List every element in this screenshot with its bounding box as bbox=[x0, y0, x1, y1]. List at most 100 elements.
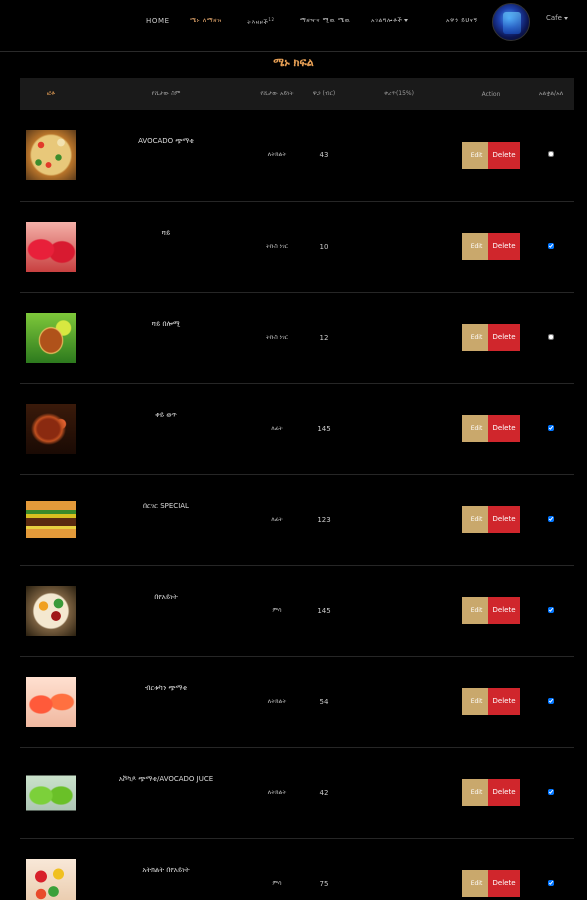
photo-cell bbox=[20, 110, 82, 201]
item-type: ትኩስ ነገር bbox=[265, 242, 289, 250]
availability-cell bbox=[528, 383, 574, 474]
item-name: ቀይ ወጥ bbox=[155, 410, 177, 419]
table-row: አትክልት በየአይነት ምሳ 75 Edit Delete bbox=[20, 838, 574, 900]
availability-checkbox[interactable] bbox=[548, 606, 554, 613]
action-cell: Edit Delete bbox=[454, 656, 528, 747]
item-tax bbox=[344, 838, 454, 900]
action-cell: Edit Delete bbox=[454, 201, 528, 292]
delete-button[interactable]: Delete bbox=[488, 233, 520, 260]
nav-menu-order[interactable]: ሜኑ ለማዘዝ bbox=[190, 17, 222, 25]
item-price: 54 bbox=[319, 697, 329, 706]
action-cell: Edit Delete bbox=[454, 383, 528, 474]
delete-button[interactable]: Delete bbox=[488, 324, 520, 351]
photo-cell bbox=[20, 747, 82, 838]
item-price: 10 bbox=[319, 242, 329, 251]
item-tax bbox=[344, 474, 454, 565]
delete-button[interactable]: Delete bbox=[488, 597, 520, 624]
edit-button[interactable]: Edit bbox=[462, 324, 491, 351]
chevron-down-icon bbox=[404, 19, 409, 22]
item-type: ለትክልት bbox=[267, 788, 287, 796]
item-tax bbox=[344, 201, 454, 292]
table-row: አቮካዶ ጭማቂ/AVOCADO JUCE ለትክልት 42 Edit Delet… bbox=[20, 747, 574, 838]
item-tax bbox=[344, 383, 454, 474]
availability-checkbox[interactable] bbox=[548, 151, 554, 158]
edit-button[interactable]: Edit bbox=[462, 597, 491, 624]
availability-checkbox[interactable] bbox=[548, 333, 554, 340]
photo-cell bbox=[20, 474, 82, 565]
item-type: ለትክልት bbox=[267, 697, 287, 705]
item-price: 43 bbox=[319, 151, 329, 160]
availability-cell bbox=[528, 110, 574, 201]
item-price: 12 bbox=[319, 333, 329, 342]
cafe-dropdown[interactable]: Cafe bbox=[546, 14, 568, 22]
col-name: የሺታው ስም bbox=[151, 90, 181, 97]
item-name: በየአይነት bbox=[154, 592, 178, 601]
table-row: በየአይነት ምሳ 145 Edit Delete bbox=[20, 565, 574, 656]
menu-item-image bbox=[26, 767, 76, 818]
edit-button[interactable]: Edit bbox=[462, 233, 491, 260]
top-navbar: HOME ሜኑ ለማዘዝ ትእዛዞች12 ማዘዣና ሚዉ ሜዉ አገልግሎቶች … bbox=[0, 0, 587, 52]
action-cell: Edit Delete bbox=[454, 747, 528, 838]
item-name: ሻይ bbox=[161, 228, 171, 237]
item-tax bbox=[344, 747, 454, 838]
menu-item-image bbox=[26, 130, 76, 181]
action-cell: Edit Delete bbox=[454, 292, 528, 383]
availability-checkbox[interactable] bbox=[548, 697, 554, 704]
availability-checkbox[interactable] bbox=[548, 515, 554, 522]
col-tax: ቀረጥ(15%) bbox=[384, 90, 414, 97]
user-avatar[interactable] bbox=[492, 3, 530, 41]
action-cell: Edit Delete bbox=[454, 838, 528, 900]
menu-item-image bbox=[26, 312, 76, 363]
photo-cell bbox=[20, 656, 82, 747]
delete-button[interactable]: Delete bbox=[488, 779, 520, 806]
photo-cell bbox=[20, 565, 82, 656]
table-row: ብርቱካን ጭማቂ ለትክልት 54 Edit Delete bbox=[20, 656, 574, 747]
menu-item-image bbox=[26, 858, 76, 900]
item-tax bbox=[344, 292, 454, 383]
item-name: AVOCADO ጭማቂ bbox=[138, 137, 194, 145]
nav-orders[interactable]: ትእዛዞች12 bbox=[247, 17, 275, 27]
edit-button[interactable]: Edit bbox=[462, 779, 491, 806]
col-photo: ፎቶ bbox=[47, 90, 55, 97]
col-price: ዋጋ (ብር) bbox=[312, 90, 336, 97]
photo-cell bbox=[20, 838, 82, 900]
edit-button[interactable]: Edit bbox=[462, 688, 491, 715]
menu-item-image bbox=[26, 676, 76, 727]
availability-checkbox[interactable] bbox=[548, 879, 554, 886]
table-row: ሻይ ትኩስ ነገር 10 Edit Delete bbox=[20, 201, 574, 292]
availability-checkbox[interactable] bbox=[548, 242, 554, 249]
nav-logout[interactable]: አዋን ይህናኝ bbox=[446, 17, 478, 25]
menu-item-image bbox=[26, 585, 76, 636]
item-name: በርገር SPECIAL bbox=[143, 501, 189, 510]
availability-cell bbox=[528, 292, 574, 383]
menu-table: ፎቶ የሺታው ስም የሺታው አይነት ዋጋ (ብር) ቀረጥ(15%) Ac… bbox=[20, 78, 574, 900]
nav-orders-label: ትእዛዞች bbox=[247, 19, 269, 26]
item-price: 145 bbox=[317, 424, 331, 433]
edit-button[interactable]: Edit bbox=[462, 141, 491, 169]
action-cell: Edit Delete bbox=[454, 474, 528, 565]
delete-button[interactable]: Delete bbox=[488, 870, 520, 897]
nav-home[interactable]: HOME bbox=[146, 17, 170, 25]
item-type: ምሳ bbox=[272, 879, 282, 887]
delete-button[interactable]: Delete bbox=[488, 141, 520, 169]
nav-add-menu[interactable]: ማዘዣና ሚዉ ሜዉ bbox=[300, 17, 350, 25]
table-row: ሻይ በሎሚ ትኩስ ነገር 12 Edit Delete bbox=[20, 292, 574, 383]
item-name: አትክልት በየአይነት bbox=[142, 865, 190, 874]
availability-cell bbox=[528, 656, 574, 747]
cafe-label: Cafe bbox=[546, 14, 562, 22]
availability-checkbox[interactable] bbox=[548, 424, 554, 431]
delete-button[interactable]: Delete bbox=[488, 415, 520, 442]
item-price: 42 bbox=[319, 788, 329, 797]
delete-button[interactable]: Delete bbox=[488, 506, 520, 533]
item-type: ለፊት bbox=[271, 424, 283, 432]
delete-button[interactable]: Delete bbox=[488, 688, 520, 715]
edit-button[interactable]: Edit bbox=[462, 415, 491, 442]
edit-button[interactable]: Edit bbox=[462, 870, 491, 897]
table-header-row: ፎቶ የሺታው ስም የሺታው አይነት ዋጋ (ብር) ቀረጥ(15%) Ac… bbox=[20, 78, 574, 110]
edit-button[interactable]: Edit bbox=[462, 506, 491, 533]
item-name: አቮካዶ ጭማቂ/AVOCADO JUCE bbox=[118, 774, 214, 783]
item-tax bbox=[344, 565, 454, 656]
availability-checkbox[interactable] bbox=[548, 788, 554, 795]
item-tax bbox=[344, 656, 454, 747]
nav-settings-dropdown[interactable]: አገልግሎቶች bbox=[371, 17, 409, 25]
